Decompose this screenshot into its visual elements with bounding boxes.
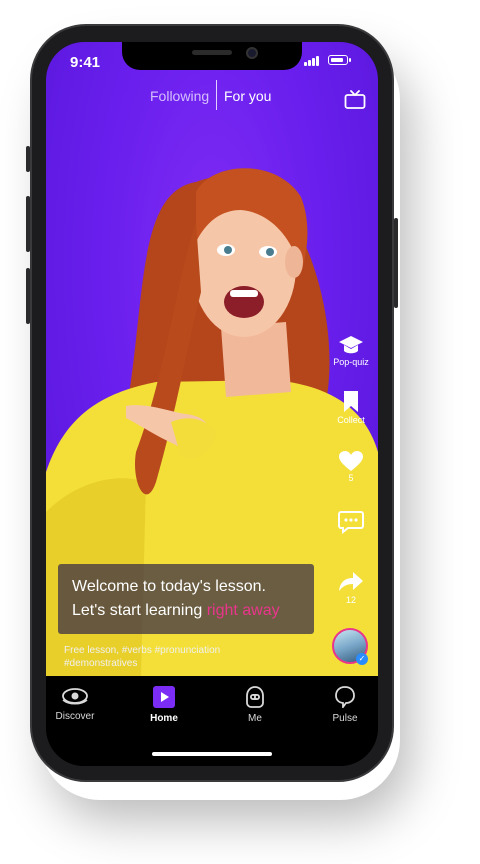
share-count: 12 [345,595,356,605]
graduation-cap-icon [339,336,363,354]
comment-icon [338,511,364,534]
nav-pulse[interactable]: Pulse [312,686,378,724]
nav-me[interactable]: Me [222,686,288,724]
battery-icon [328,55,351,65]
collect-label: Collect [337,415,365,425]
caption-line-2-text: Let's start learning [72,602,207,619]
battery-level [330,57,344,62]
chat-bubble-icon [335,686,355,708]
nav-discover-label: Discover [55,711,95,722]
caption-line-2: Let's start learning right away [72,602,280,620]
robot-icon [246,686,264,708]
caption-line-1: Welcome to today's lesson. [72,578,266,595]
front-camera [246,47,258,59]
tags-line-1: Free lesson, #verbs #pronunciation [64,645,221,656]
tab-following[interactable]: Following [150,88,209,104]
tv-icon[interactable] [344,90,366,110]
share-icon [339,572,363,591]
nav-pulse-label: Pulse [332,713,358,724]
caption-highlight: right away [206,602,280,619]
collect-button[interactable]: Collect [324,390,378,425]
pop-quiz-label: Pop-quiz [333,357,369,367]
nav-discover[interactable]: Discover [46,686,108,722]
volume-down-button [26,268,30,324]
power-button [394,218,398,308]
feed-tabs: Following For you [46,80,378,110]
play-icon [153,686,175,708]
share-button[interactable]: 12 [324,570,378,605]
nav-home-label: Home [150,713,178,724]
bookmark-icon [344,391,358,412]
speaker [192,50,232,55]
heart-icon [339,451,363,471]
tags-line-2: #demonstratives [64,658,138,669]
mute-switch [26,146,30,172]
caption-box: Welcome to today's lesson. Let's start l… [58,564,314,634]
volume-up-button [26,196,30,252]
comment-button[interactable] [324,510,378,534]
signal-icon [304,55,322,66]
notch [122,42,302,70]
tab-divider [216,80,217,110]
status-time: 9:41 [70,54,101,71]
like-count: 5 [348,473,354,483]
eye-icon [62,688,88,705]
nav-me-label: Me [248,713,262,724]
verified-check-icon: ✓ [356,653,368,665]
home-indicator[interactable] [152,752,272,756]
tab-for-you[interactable]: For you [224,88,271,104]
screen: 9:41 Following For you Pop-quiz Collect [46,42,378,766]
like-button[interactable]: 5 [324,450,378,483]
nav-home[interactable]: Home [131,686,197,724]
video-tags[interactable]: Free lesson, #verbs #pronunciation #demo… [64,644,314,670]
pop-quiz-button[interactable]: Pop-quiz [324,334,378,367]
